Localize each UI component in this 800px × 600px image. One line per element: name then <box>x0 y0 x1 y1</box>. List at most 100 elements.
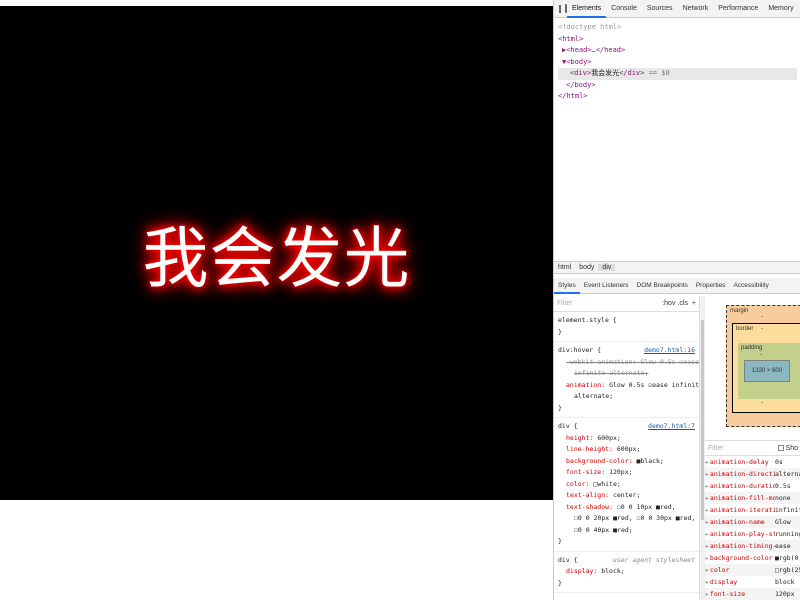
computed-row[interactable]: displayblock <box>705 576 800 588</box>
styles-scrollbar-thumb[interactable] <box>701 320 704 520</box>
style-rule-selector[interactable]: element.style { <box>558 315 617 327</box>
dom-tree: <!doctype html> <html> ▶<head>…</head> ▼… <box>554 18 800 260</box>
breadcrumb-body[interactable]: body <box>575 264 598 271</box>
style-declaration[interactable]: ☐0 0 40px ■red; <box>558 525 695 537</box>
computed-row[interactable]: font-size120px <box>705 588 800 600</box>
breadcrumb-html[interactable]: html <box>554 264 575 271</box>
style-declaration[interactable]: text-align: center; <box>558 490 695 502</box>
breadcrumb-div[interactable]: div <box>598 264 616 271</box>
hov-cls-toggle[interactable]: :hov .cls <box>662 300 688 307</box>
style-declaration[interactable]: line-height: 600px; <box>558 444 695 456</box>
css-property-value[interactable]: ☐0 0 10px ■red, <box>617 503 676 511</box>
tab-elements[interactable]: Elements <box>567 0 607 18</box>
tab-console[interactable]: Console <box>606 0 642 18</box>
style-declaration[interactable]: animation: Glow 0.5s ☑ease infinite <box>558 380 699 392</box>
computed-row[interactable]: background-color■rgb(0, <box>705 552 800 564</box>
style-rule: div {user agent stylesheet display: block… <box>554 552 699 593</box>
tab-performance[interactable]: Performance <box>713 0 763 18</box>
computed-row[interactable]: animation-iterati…infinite <box>705 504 800 516</box>
devtools-tab-bar: Elements Console Sources Network Perform… <box>554 0 800 18</box>
css-property-name[interactable]: font-size: <box>566 468 605 476</box>
computed-row[interactable]: color□rgb(25 <box>705 564 800 576</box>
css-property-value[interactable]: 120px; <box>609 468 632 476</box>
style-rule-header: element.style { <box>558 315 695 327</box>
css-property-value[interactable]: 600px; <box>597 434 620 442</box>
tab-properties[interactable]: Properties <box>692 278 730 294</box>
css-property-value[interactable]: 600px; <box>617 445 640 453</box>
style-declaration[interactable]: background-color: ■black; <box>558 456 695 468</box>
css-property-value[interactable]: ■black; <box>636 457 663 465</box>
css-property-value[interactable]: ☐0 0 40px ■red; <box>574 526 633 534</box>
style-declaration[interactable]: ☐0 0 20px ■red, ☐0 0 30px ■red, <box>558 513 695 525</box>
box-model-content[interactable]: 1320 × 600 <box>744 360 790 382</box>
css-property-value[interactable]: Glow 0.5s ☑ease <box>640 358 699 366</box>
style-declaration[interactable]: infinite alternate; <box>558 368 695 380</box>
dom-node-head[interactable]: ▶<head>…</head> <box>558 45 797 57</box>
computed-property-name: animation-play-st… <box>705 530 775 538</box>
glow-text: 我会发光 <box>142 220 411 297</box>
style-rule-source-link[interactable]: demo7.html:16 <box>644 345 695 357</box>
css-property-value[interactable]: □white; <box>593 480 620 488</box>
style-declaration[interactable]: font-size: 120px; <box>558 467 695 479</box>
show-all-toggle[interactable]: Sho <box>777 444 798 452</box>
style-rule-selector[interactable]: div { <box>558 421 578 433</box>
css-property-name[interactable]: background-color: <box>566 457 633 465</box>
dom-node-div-selected[interactable]: <div>我会发光</div> == $0 <box>558 68 797 80</box>
style-rule: element.style {} <box>554 312 699 342</box>
css-property-value[interactable]: block; <box>601 567 624 575</box>
tab-dom-breakpoints[interactable]: DOM Breakpoints <box>633 278 692 294</box>
tab-event-listeners[interactable]: Event Listeners <box>580 278 633 294</box>
css-property-value[interactable]: Glow 0.5s ☑ease infinite <box>609 381 699 389</box>
computed-filter-input[interactable]: Filter <box>708 445 724 452</box>
style-rule-source-link[interactable]: demo7.html:7 <box>648 421 695 433</box>
computed-property-name: color <box>705 566 775 574</box>
tab-memory[interactable]: Memory <box>763 0 798 18</box>
tab-network[interactable]: Network <box>678 0 714 18</box>
add-rule-button[interactable]: + <box>692 300 696 307</box>
inspect-element-icon[interactable] <box>559 4 561 13</box>
dom-node-body[interactable]: ▼<body> <box>558 57 797 69</box>
css-property-name[interactable]: animation: <box>566 381 605 389</box>
style-rule-selector[interactable]: div:hover { <box>558 345 601 357</box>
dom-node-html[interactable]: <html> <box>558 34 797 46</box>
computed-property-value: ■rgb(0, <box>775 554 800 562</box>
style-declaration[interactable]: height: 600px; <box>558 433 695 445</box>
css-property-value[interactable]: center; <box>613 491 640 499</box>
css-property-name[interactable]: text-align: <box>566 491 609 499</box>
padding-value: - <box>760 352 762 358</box>
computed-row[interactable]: animation-duratio…0.5s <box>705 480 800 492</box>
css-property-name[interactable]: color: <box>566 480 589 488</box>
style-rule: div {demo7.html:7 height: 600px; line-heig… <box>554 418 699 552</box>
css-property-name[interactable]: -webkit-animation: <box>566 358 636 366</box>
computed-row[interactable]: animation-directi…alternate <box>705 468 800 480</box>
css-property-value[interactable]: infinite alternate; <box>574 369 648 377</box>
tab-sources[interactable]: Sources <box>642 0 678 18</box>
css-property-name[interactable]: line-height: <box>566 445 613 453</box>
computed-row[interactable]: animation-play-st…running <box>705 528 800 540</box>
computed-row[interactable]: animation-delay0s <box>705 456 800 468</box>
computed-row[interactable]: animation-timing-…ease <box>705 540 800 552</box>
glow-text-block[interactable]: 我会发光 <box>0 6 553 500</box>
css-property-value[interactable]: alternate; <box>574 392 613 400</box>
dom-node-doctype[interactable]: <!doctype html> <box>558 22 797 34</box>
show-all-checkbox[interactable] <box>777 444 784 451</box>
css-property-name[interactable]: text-shadow: <box>566 503 613 511</box>
style-rule-selector[interactable]: div { <box>558 555 578 567</box>
style-declaration[interactable]: text-shadow: ☐0 0 10px ■red, <box>558 502 695 514</box>
css-property-name[interactable]: height: <box>566 434 593 442</box>
style-declaration[interactable]: -webkit-animation: Glow 0.5s ☑ease <box>558 357 699 369</box>
padding-label: padding <box>741 345 763 351</box>
style-declaration[interactable]: alternate; <box>558 391 695 403</box>
computed-row[interactable]: animation-nameGlow <box>705 516 800 528</box>
computed-row[interactable]: animation-fill-mo…none <box>705 492 800 504</box>
style-rule: div:hover {demo7.html:16 -webkit-animatio… <box>554 342 699 418</box>
styles-filter-input[interactable]: Filter <box>557 300 662 307</box>
css-property-value[interactable]: ☐0 0 20px ■red, ☐0 0 30px ■red, <box>574 514 695 522</box>
computed-property-name: animation-timing-… <box>705 542 775 550</box>
computed-property-value: □rgb(25 <box>775 566 800 574</box>
style-declaration[interactable]: display: block; <box>558 566 695 578</box>
tab-accessibility[interactable]: Accessibility <box>729 278 772 294</box>
css-property-name[interactable]: display: <box>566 567 597 575</box>
style-declaration[interactable]: color: □white; <box>558 479 695 491</box>
tab-styles[interactable]: Styles <box>554 278 580 294</box>
